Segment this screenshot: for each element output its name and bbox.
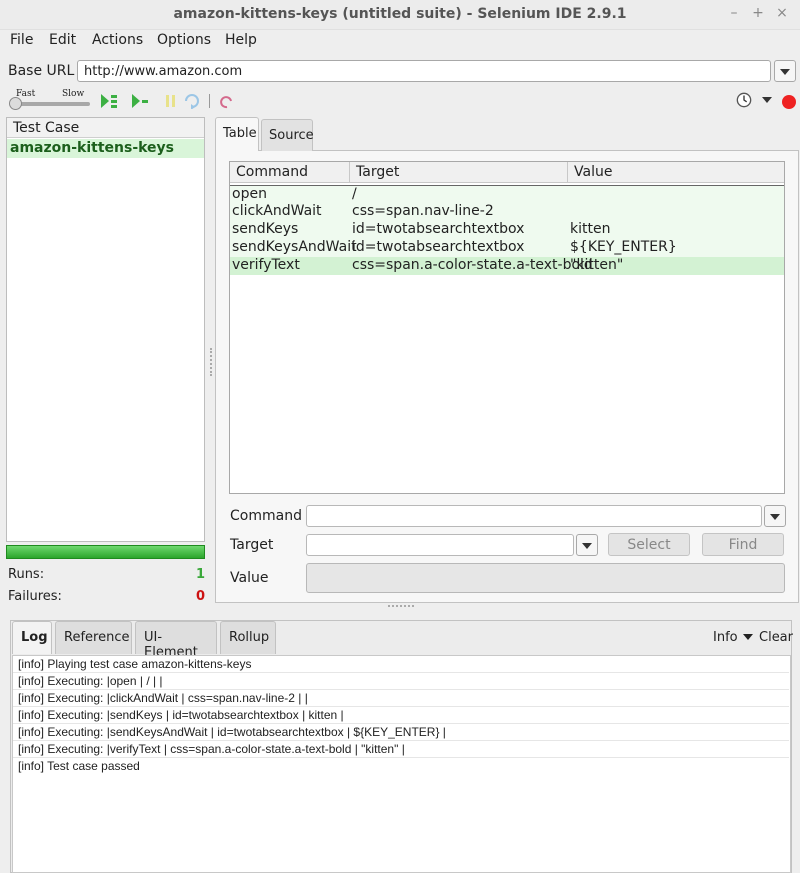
- row-command: verifyText: [232, 257, 300, 273]
- row-target: id=twotabsearchtextbox: [352, 221, 525, 237]
- rollup-icon[interactable]: [218, 93, 236, 109]
- runs-count: 1: [196, 567, 206, 582]
- row-command: sendKeys: [232, 221, 299, 237]
- table-row[interactable]: open /: [230, 185, 784, 203]
- command-dropdown-button[interactable]: [764, 505, 786, 527]
- base-url-dropdown-button[interactable]: [774, 60, 796, 82]
- row-target: /: [352, 186, 357, 202]
- play-test-case-icon[interactable]: [131, 93, 149, 109]
- run-progress-bar: [6, 545, 205, 559]
- row-command: clickAndWait: [232, 203, 322, 219]
- failures-count: 0: [196, 589, 206, 604]
- log-line: [info] Executing: |clickAndWait | css=sp…: [13, 690, 789, 707]
- row-target: css=span.a-color-state.a-text-bold: [352, 257, 593, 273]
- column-header-target[interactable]: Target: [350, 162, 568, 183]
- step-icon[interactable]: [183, 93, 201, 109]
- test-case-header: Test Case: [7, 118, 204, 138]
- log-line: [info] Executing: |open | / | |: [13, 673, 789, 690]
- clear-log-button[interactable]: Clear: [759, 630, 793, 645]
- log-line: [info] Executing: |verifyText | css=span…: [13, 741, 789, 758]
- menu-actions[interactable]: Actions: [92, 32, 143, 48]
- table-row[interactable]: sendKeysAndWait id=twotabsearchtextbox $…: [230, 239, 784, 257]
- close-window-button[interactable]: ×: [774, 5, 790, 23]
- menu-help[interactable]: Help: [225, 32, 257, 48]
- speed-slider-handle[interactable]: [9, 97, 22, 110]
- window-title: amazon-kittens-keys (untitled suite) - S…: [173, 6, 627, 22]
- tab-reference[interactable]: Reference: [55, 621, 132, 654]
- target-input[interactable]: [306, 534, 574, 556]
- log-line: [info] Test case passed: [18, 759, 140, 773]
- select-button[interactable]: Select: [608, 533, 690, 556]
- log-level-dropdown[interactable]: Info: [713, 630, 753, 645]
- row-target: css=span.nav-line-2: [352, 203, 494, 219]
- vertical-splitter[interactable]: [210, 348, 213, 376]
- minimize-button[interactable]: –: [726, 5, 742, 23]
- row-value: kitten: [570, 221, 611, 237]
- tab-rollup[interactable]: Rollup: [220, 621, 276, 654]
- value-input[interactable]: [306, 563, 785, 593]
- log-line: [info] Playing test case amazon-kittens-…: [13, 656, 789, 673]
- target-dropdown-button[interactable]: [576, 534, 598, 556]
- log-line: [info] Executing: |sendKeysAndWait | id=…: [13, 724, 789, 741]
- column-header-command[interactable]: Command: [230, 162, 350, 183]
- log-level-label: Info: [713, 630, 738, 645]
- command-label: Command: [230, 508, 302, 524]
- toolbar-divider: [209, 94, 210, 108]
- record-icon[interactable]: [781, 94, 797, 110]
- table-row[interactable]: clickAndWait css=span.nav-line-2: [230, 203, 784, 221]
- menu-options[interactable]: Options: [157, 32, 211, 48]
- value-label: Value: [230, 570, 269, 586]
- chevron-down-icon: [742, 634, 753, 640]
- base-url-input[interactable]: http://www.amazon.com: [77, 60, 771, 82]
- find-button[interactable]: Find: [702, 533, 784, 556]
- schedule-dropdown-icon[interactable]: [762, 97, 772, 105]
- log-output: [info] Playing test case amazon-kittens-…: [12, 655, 791, 873]
- tab-source[interactable]: Source: [261, 119, 314, 151]
- play-suite-icon[interactable]: [100, 93, 118, 109]
- command-table: Command Target Value open / clickAndWait…: [229, 161, 785, 494]
- target-label: Target: [230, 537, 274, 553]
- tab-table[interactable]: Table: [215, 117, 259, 151]
- row-command: open: [232, 186, 267, 202]
- row-target: id=twotabsearchtextbox: [352, 239, 525, 255]
- speed-slow-label: Slow: [62, 89, 85, 99]
- base-url-label: Base URL: [8, 63, 75, 79]
- runs-label: Runs:: [8, 567, 45, 582]
- column-header-value[interactable]: Value: [568, 162, 784, 183]
- row-value: "kitten": [570, 257, 624, 273]
- row-command: sendKeysAndWait: [232, 239, 357, 255]
- table-row-selected[interactable]: verifyText css=span.a-color-state.a-text…: [230, 257, 784, 275]
- command-input[interactable]: [306, 505, 762, 527]
- row-value: ${KEY_ENTER}: [570, 239, 677, 255]
- speed-slider-track[interactable]: [12, 102, 90, 106]
- failures-label: Failures:: [8, 589, 62, 604]
- menu-file[interactable]: File: [10, 32, 33, 48]
- test-case-panel: Test Case amazon-kittens-keys: [6, 117, 205, 542]
- pause-icon[interactable]: [162, 93, 180, 109]
- maximize-button[interactable]: +: [750, 5, 766, 23]
- schedule-clock-icon[interactable]: [735, 92, 753, 108]
- table-row[interactable]: sendKeys id=twotabsearchtextbox kitten: [230, 221, 784, 239]
- horizontal-splitter[interactable]: [388, 605, 414, 608]
- test-case-item[interactable]: amazon-kittens-keys: [7, 139, 204, 158]
- log-line: [info] Executing: |sendKeys | id=twotabs…: [13, 707, 789, 724]
- tab-log[interactable]: Log: [12, 621, 52, 654]
- menu-edit[interactable]: Edit: [49, 32, 76, 48]
- tab-ui-element[interactable]: UI-Element: [135, 621, 217, 660]
